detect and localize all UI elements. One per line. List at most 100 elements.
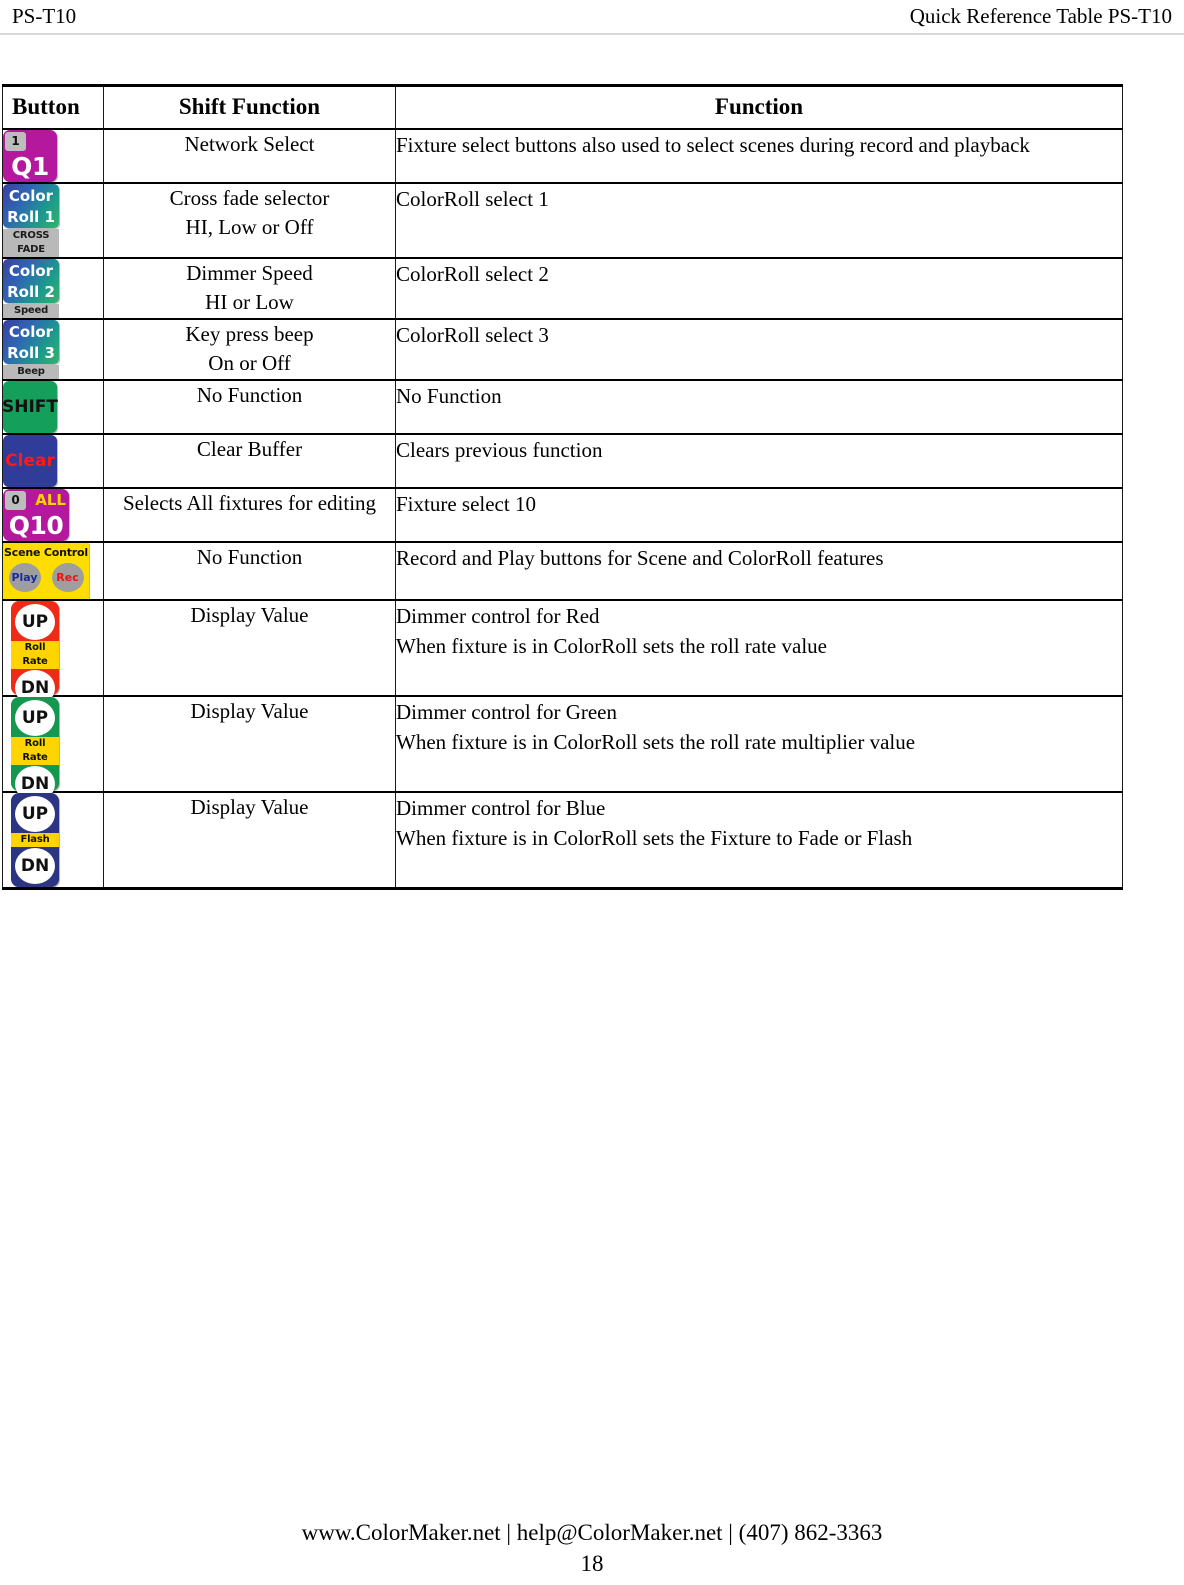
colorroll-key[interactable]: Color Roll 1 CROSS FADE	[3, 184, 59, 257]
cell-shift-function: Dimmer Speed HI or Low	[103, 257, 396, 320]
cell-function: Fixture select buttons also used to sele…	[395, 128, 1123, 184]
cell-shift-function: Cross fade selector HI, Low or Off	[103, 182, 396, 259]
column-header-function: Function	[395, 84, 1123, 130]
table-row: Color Roll 2 Speed Dimmer Speed HI or Low Col…	[2, 257, 1123, 320]
rocker-strip-label: Flash	[11, 833, 59, 847]
table-row: Color Roll 3 Beep Key press beep On or Off Co…	[2, 318, 1123, 381]
cell-button: Color Roll 1 CROSS FADE	[2, 182, 104, 259]
table-header-row: Button Shift Function Function	[2, 84, 1123, 130]
colorroll-key-line2: Roll 2	[7, 283, 55, 301]
key-label: Clear	[5, 451, 55, 471]
cell-function: Clears previous function	[395, 433, 1123, 489]
function-line: ColorRoll select 2	[396, 262, 549, 286]
page-number: 18	[580, 1551, 604, 1576]
table-row: Color Roll 1 CROSS FADE Cross fade selector…	[2, 182, 1123, 259]
up-button[interactable]: UP	[15, 700, 55, 736]
function-line: ColorRoll select 1	[396, 187, 549, 211]
shift-function-line: No Function	[196, 545, 303, 569]
cell-button: Color Roll 3 Beep	[2, 318, 104, 381]
play-button[interactable]: Play	[8, 563, 41, 592]
up-button[interactable]: UP	[15, 796, 55, 832]
colorroll-key-face: Color Roll 3	[3, 320, 59, 364]
cell-shift-function: Key press beep On or Off	[103, 318, 396, 381]
function-line: Fixture select buttons also used to sele…	[396, 133, 1030, 157]
cell-button: 0 ALL Q10	[2, 487, 104, 543]
header-rule	[0, 33, 1184, 35]
shift-function-line: Key press beep	[185, 322, 314, 346]
cell-shift-function: Display Value	[103, 599, 396, 697]
colorroll-key-face: Color Roll 1	[3, 184, 59, 228]
function-line: Dimmer control for Red	[396, 604, 600, 628]
cell-button: UP Roll Rate DN	[2, 599, 104, 706]
dimmer-rocker-blue[interactable]: UP Flash DN	[11, 793, 59, 887]
shift-function-line: No Function	[196, 383, 303, 407]
key-number-badge: 1	[5, 132, 26, 151]
table-row: Scene Control Play Rec No Function Record an…	[2, 541, 1123, 601]
colorroll-key-line1: Color	[8, 187, 54, 205]
footer-contact: www.ColorMaker.net | help@ColorMaker.net…	[301, 1520, 883, 1545]
shift-function-line: HI, Low or Off	[185, 215, 314, 239]
scene-control-panel[interactable]: Scene Control Play Rec	[3, 543, 89, 599]
cell-shift-function: Selects All fixtures for editing	[103, 487, 396, 543]
shift-function-line: Network Select	[184, 132, 315, 156]
table-row: SHIFT No Function No Function	[2, 379, 1123, 435]
cell-shift-function: Display Value	[103, 695, 396, 793]
cell-function: ColorRoll select 2	[395, 257, 1123, 320]
scene-control-title: Scene Control	[4, 546, 88, 559]
cell-button: Scene Control Play Rec	[2, 541, 104, 601]
cell-shift-function: Network Select	[103, 128, 396, 184]
page-header: PS-T10 Quick Reference Table PS-T10	[0, 0, 1184, 44]
cell-function: Fixture select 10	[395, 487, 1123, 543]
colorroll-key[interactable]: Color Roll 3 Beep	[3, 320, 59, 379]
key-label: Q10	[8, 511, 64, 540]
colorroll-key[interactable]: Color Roll 2 Speed	[3, 259, 59, 318]
shift-function-line: Display Value	[190, 795, 309, 819]
colorroll-key-caption: CROSS FADE	[3, 229, 59, 257]
function-line: Dimmer control for Blue	[396, 796, 606, 820]
shift-function-line: Display Value	[190, 603, 309, 627]
shift-function-line: Cross fade selector	[169, 186, 330, 210]
key-label: Q1	[11, 152, 49, 181]
header-doc-title: Quick Reference Table PS-T10	[909, 4, 1172, 28]
function-line: ColorRoll select 3	[396, 323, 549, 347]
cell-button: SHIFT	[2, 379, 104, 435]
colorroll-key-caption: Beep	[3, 365, 59, 379]
function-line: Clears previous function	[396, 438, 603, 462]
function-line: When fixture is in ColorRoll sets the ro…	[396, 634, 827, 658]
function-line: Dimmer control for Green	[396, 700, 618, 724]
cell-function: ColorRoll select 3	[395, 318, 1123, 381]
cell-button: Color Roll 2 Speed	[2, 257, 104, 320]
table-row: UP Roll Rate DN Display Value Dimmer control…	[2, 695, 1123, 802]
cell-button: UP Roll Rate DN	[2, 695, 104, 802]
cell-shift-function: No Function	[103, 379, 396, 435]
colorroll-key-line1: Color	[8, 323, 54, 341]
colorroll-key-line1: Color	[8, 262, 54, 280]
record-button[interactable]: Rec	[51, 563, 84, 592]
shift-key[interactable]: SHIFT	[2, 381, 58, 433]
cell-shift-function: Clear Buffer	[103, 433, 396, 489]
cell-function: Record and Play buttons for Scene and Co…	[395, 541, 1123, 601]
dimmer-rocker-red[interactable]: UP Roll Rate DN	[11, 601, 59, 706]
cell-button: UP Flash DN	[2, 791, 104, 890]
table-row: UP Roll Rate DN Display Value Dimmer control…	[2, 599, 1123, 706]
key-number-badge: 0	[5, 491, 26, 510]
cell-button: Clear	[2, 433, 104, 489]
shift-function-line: Clear Buffer	[196, 437, 303, 461]
function-line: Record and Play buttons for Scene and Co…	[396, 546, 884, 570]
table-row: 0 ALL Q10 Selects All fixtures for editing F…	[2, 487, 1123, 543]
scene-control-buttons: Play Rec	[3, 563, 89, 592]
down-button[interactable]: DN	[15, 848, 55, 884]
header-doc-code: PS-T10	[12, 4, 77, 28]
page-footer: www.ColorMaker.net | help@ColorMaker.net…	[0, 1516, 1184, 1579]
clear-key[interactable]: Clear	[3, 435, 57, 487]
fixture-select-key[interactable]: 1 Q1	[3, 130, 57, 182]
up-button[interactable]: UP	[15, 604, 55, 640]
fixture-select-key[interactable]: 0 ALL Q10	[3, 489, 69, 541]
cell-function: No Function	[395, 379, 1123, 435]
dimmer-rocker-green[interactable]: UP Roll Rate DN	[11, 697, 59, 802]
table-row: UP Flash DN Display Value Dimmer control for…	[2, 791, 1123, 890]
shift-function-line: HI or Low	[205, 290, 294, 314]
colorroll-key-line2: Roll 3	[7, 344, 55, 362]
colorroll-key-line2: Roll 1	[7, 208, 55, 226]
table-body: 1 Q1 Network Select Fixture select buttons …	[2, 128, 1123, 890]
